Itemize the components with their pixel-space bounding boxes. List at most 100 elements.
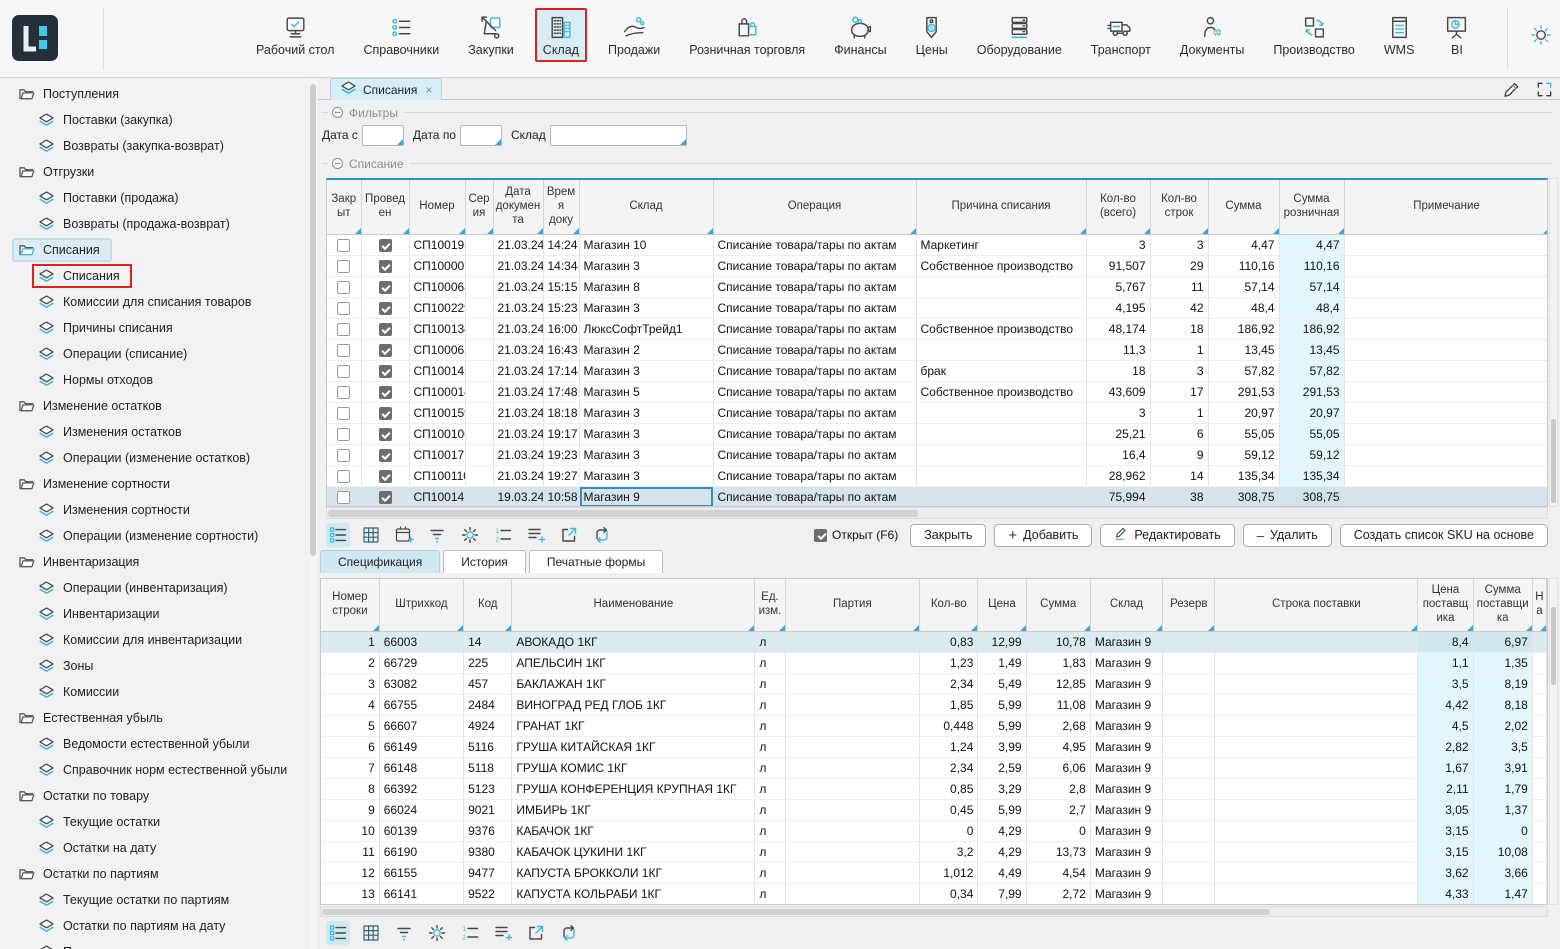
sidebar-item-21[interactable]: Комиссии для инвентаризации: [0, 627, 308, 653]
addRow-icon[interactable]: [524, 523, 548, 547]
cell[interactable]: 18: [1086, 360, 1150, 381]
cell[interactable]: 55,05: [1279, 423, 1344, 444]
cell[interactable]: 5116: [464, 736, 512, 757]
cell[interactable]: [465, 339, 493, 360]
cell[interactable]: [327, 402, 361, 423]
cell[interactable]: 16,4: [1086, 444, 1150, 465]
cell[interactable]: [361, 360, 409, 381]
cell[interactable]: [916, 486, 1086, 507]
cell[interactable]: [1215, 673, 1418, 694]
cell[interactable]: [361, 486, 409, 507]
scrollbar-thumb[interactable]: [1551, 419, 1556, 503]
cell[interactable]: 66148: [379, 757, 463, 778]
nav-item-wms[interactable]: WMS: [1376, 8, 1423, 62]
row-checkbox[interactable]: [337, 239, 350, 252]
cell[interactable]: 2,59: [978, 757, 1026, 778]
nav-item-bi[interactable]: BI: [1435, 8, 1478, 62]
cell[interactable]: Списание товара/тары по актам: [713, 297, 916, 318]
cell[interactable]: [1532, 631, 1546, 652]
calendarAdd-icon[interactable]: [392, 523, 416, 547]
cell[interactable]: 21.03.24: [493, 234, 543, 255]
cell[interactable]: 1: [1150, 339, 1208, 360]
cell[interactable]: СП100229: [409, 297, 465, 318]
cell[interactable]: Списание товара/тары по актам: [713, 318, 916, 339]
cell[interactable]: [1344, 402, 1548, 423]
cell[interactable]: 21.03.24: [493, 423, 543, 444]
docTableWrap-col-header-0[interactable]: Закрыт: [327, 180, 361, 234]
cell[interactable]: 5123: [464, 778, 512, 799]
cell[interactable]: 6: [321, 736, 379, 757]
cell[interactable]: 135,34: [1279, 465, 1344, 486]
specTableWrap-col-header-5[interactable]: Партия: [785, 579, 920, 631]
cell[interactable]: [1344, 423, 1548, 444]
cell[interactable]: 11: [321, 841, 379, 862]
cell[interactable]: [1532, 862, 1546, 883]
cell[interactable]: Магазин 3: [579, 360, 713, 381]
cell[interactable]: л: [755, 799, 785, 820]
cell[interactable]: [1532, 757, 1546, 778]
cell[interactable]: 4,33: [1418, 883, 1473, 904]
cell[interactable]: 10,78: [1026, 631, 1090, 652]
cell[interactable]: 5118: [464, 757, 512, 778]
delete-button[interactable]: –Удалить: [1243, 524, 1332, 547]
scrollbar-thumb[interactable]: [1551, 607, 1556, 685]
row-checkbox[interactable]: [379, 365, 392, 378]
cell[interactable]: 9380: [464, 841, 512, 862]
cell[interactable]: 5,99: [978, 715, 1026, 736]
cell[interactable]: Списание товара/тары по актам: [713, 402, 916, 423]
docTableWrap-col-header-4[interactable]: Дата документа: [493, 180, 543, 234]
row-checkbox[interactable]: [379, 302, 392, 315]
cell[interactable]: [1344, 381, 1548, 402]
cell[interactable]: [1532, 883, 1546, 904]
cell[interactable]: [1344, 255, 1548, 276]
cell[interactable]: 16:43: [543, 339, 579, 360]
cell[interactable]: [327, 339, 361, 360]
cell[interactable]: Магазин 9: [1090, 820, 1162, 841]
cell[interactable]: [361, 444, 409, 465]
cell[interactable]: Списание товара/тары по актам: [713, 381, 916, 402]
cell[interactable]: Магазин 9: [1090, 631, 1162, 652]
cell[interactable]: СП100014: [409, 381, 465, 402]
row-checkbox[interactable]: [337, 365, 350, 378]
filter-input-1[interactable]: [460, 125, 502, 146]
filter-icon[interactable]: [425, 523, 449, 547]
sidebar-item-10[interactable]: Операции (списание): [0, 341, 308, 367]
cell[interactable]: 21.03.24: [493, 360, 543, 381]
cell[interactable]: [327, 465, 361, 486]
cell[interactable]: [1163, 820, 1215, 841]
cell[interactable]: 1,85: [920, 694, 978, 715]
cell[interactable]: 13,45: [1279, 339, 1344, 360]
open-f6-checkbox[interactable]: Открыт (F6): [814, 528, 898, 542]
sidebar-item-4[interactable]: Поставки (продажа): [0, 185, 308, 211]
nav-item-references[interactable]: Справочники: [355, 8, 447, 62]
cell[interactable]: 2,34: [920, 757, 978, 778]
cell[interactable]: 1,83: [1026, 652, 1090, 673]
cell[interactable]: БАКЛАЖАН 1КГ: [512, 673, 755, 694]
cell[interactable]: [1163, 883, 1215, 904]
cell[interactable]: СП100007: [409, 255, 465, 276]
cell[interactable]: Списание товара/тары по актам: [713, 255, 916, 276]
cell[interactable]: 1,012: [920, 862, 978, 883]
row-checkbox[interactable]: [379, 386, 392, 399]
scrollbar-thumb[interactable]: [322, 909, 1270, 915]
cell[interactable]: 7: [321, 757, 379, 778]
cell[interactable]: 19:23: [543, 444, 579, 465]
cell[interactable]: 75,994: [1086, 486, 1150, 507]
cell[interactable]: 3,91: [1473, 757, 1532, 778]
docTableWrap-col-header-13[interactable]: Примечание: [1344, 180, 1548, 234]
cell[interactable]: [785, 631, 920, 652]
cell[interactable]: [1215, 862, 1418, 883]
row-checkbox[interactable]: [379, 491, 392, 504]
cell[interactable]: АПЕЛЬСИН 1КГ: [512, 652, 755, 673]
cell[interactable]: 43,609: [1086, 381, 1150, 402]
cell[interactable]: 66141: [379, 883, 463, 904]
cell[interactable]: [1215, 631, 1418, 652]
filter-input-2[interactable]: [550, 125, 687, 146]
cell[interactable]: 11: [1150, 276, 1208, 297]
cell[interactable]: 21.03.24: [493, 339, 543, 360]
sidebar-item-33[interactable]: Партии: [0, 939, 308, 949]
viewList-icon[interactable]: [326, 921, 350, 945]
nav-item-retail[interactable]: Розничная торговля: [681, 8, 813, 62]
cell[interactable]: 19:27: [543, 465, 579, 486]
cell[interactable]: Списание товара/тары по актам: [713, 423, 916, 444]
